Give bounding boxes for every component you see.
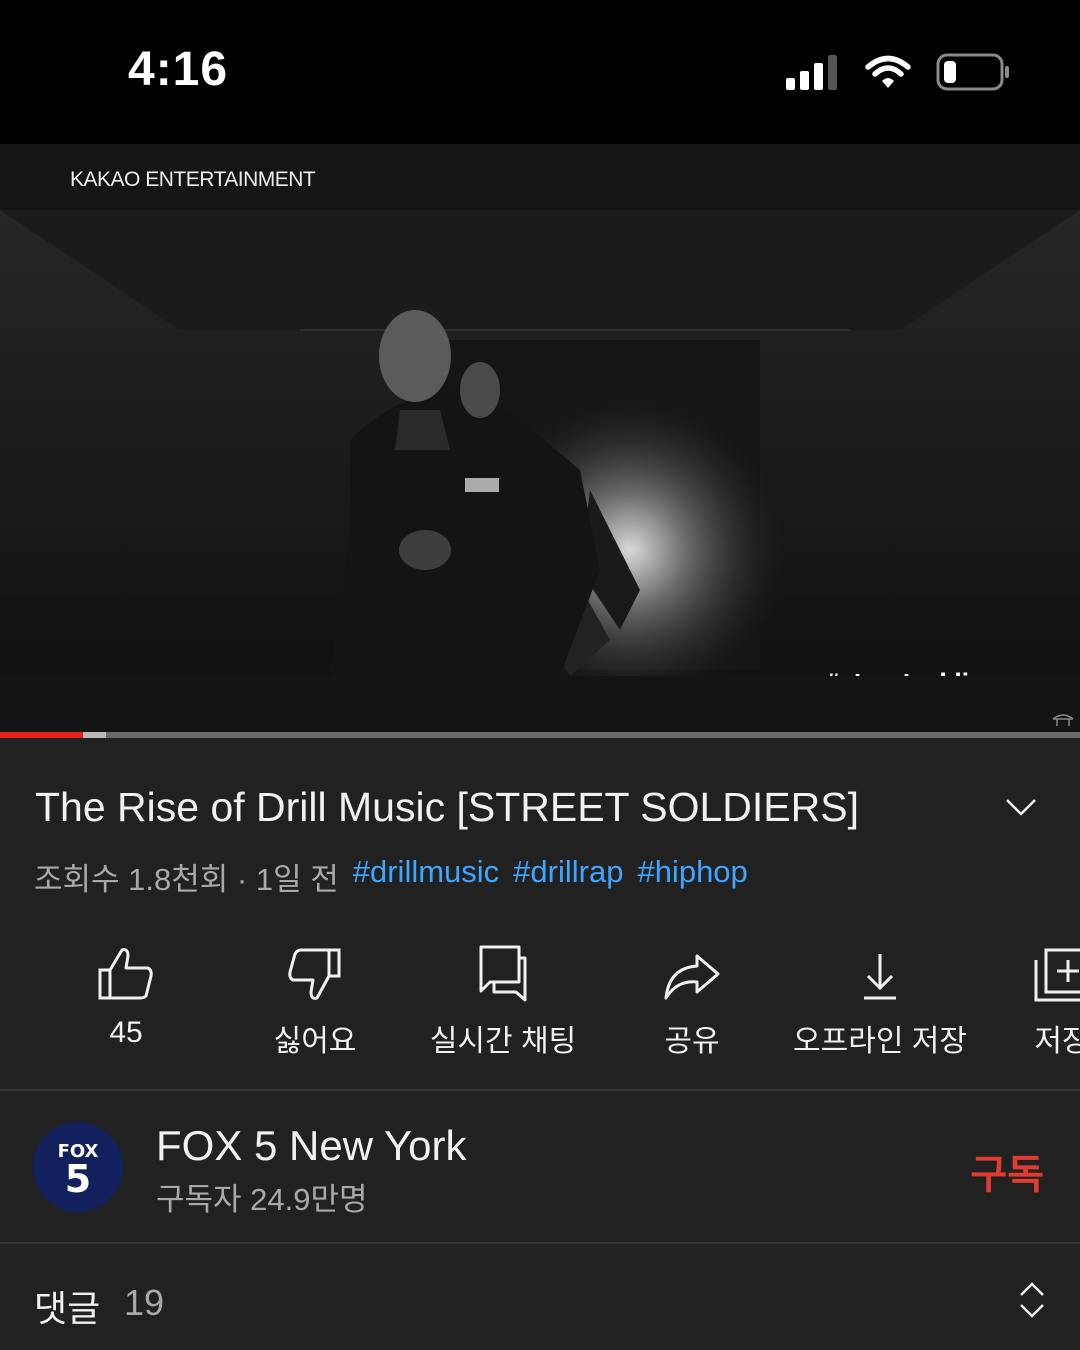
channel-name[interactable]: FOX 5 New York — [156, 1122, 466, 1170]
dislike-button[interactable]: 싫어요 — [225, 940, 405, 1060]
live-chat-button[interactable]: 실시간 채팅 — [413, 940, 593, 1060]
video-meta: 조회수 1.8천회 · 1일 전 #drillmusic #drillrap #… — [34, 854, 762, 899]
video-player[interactable]: KAKAO ENTERTAINMENT #streetsoldiers — [0, 144, 1080, 732]
comments-section[interactable]: 댓글 19 — [0, 1244, 1080, 1350]
comments-label: 댓글 — [34, 1288, 101, 1329]
battery-icon — [936, 53, 1009, 91]
expand-collapse-icon[interactable] — [1016, 1280, 1048, 1320]
video-title[interactable]: The Rise of Drill Music [STREET SOLDIERS… — [35, 784, 859, 831]
video-letterbox-bottom — [0, 676, 1080, 732]
video-frame — [0, 210, 1080, 676]
video-progress-bar[interactable] — [0, 732, 1080, 738]
dislike-label: 싫어요 — [273, 1025, 357, 1058]
share-label: 공유 — [664, 1025, 720, 1058]
avatar-text-5: 5 — [65, 1157, 91, 1201]
hashtag-link[interactable]: #drillmusic — [353, 854, 499, 899]
hashtag-link[interactable]: #hiphop — [637, 854, 747, 899]
cellular-signal-icon — [786, 55, 837, 90]
fullscreen-icon[interactable] — [1052, 714, 1074, 726]
progress-played — [0, 732, 84, 738]
live-chat-icon — [479, 945, 527, 1002]
channel-avatar[interactable]: FOX 5 — [33, 1122, 123, 1212]
action-bar: 45 싫어요 실시간 채팅 공유 오프라인 저장 저장 — [0, 940, 1080, 1070]
thumbs-up-icon — [98, 948, 153, 1000]
share-button[interactable]: 공유 — [602, 940, 782, 1060]
wifi-icon — [865, 55, 911, 88]
view-count-date: 조회수 1.8천회 · 1일 전 — [34, 862, 339, 897]
live-chat-label: 실시간 채팅 — [429, 1025, 577, 1058]
like-count: 45 — [109, 1016, 143, 1049]
download-label: 오프라인 저장 — [793, 1025, 967, 1058]
hashtag-link[interactable]: #drillrap — [513, 854, 623, 899]
download-button[interactable]: 오프라인 저장 — [790, 940, 970, 1060]
save-label: 저장 — [1034, 1025, 1080, 1058]
status-time: 4:16 — [128, 43, 229, 96]
thumbs-down-icon — [288, 948, 341, 1000]
comments-count: 19 — [124, 1282, 165, 1323]
share-icon — [664, 954, 720, 1000]
subscribe-button[interactable]: 구독 — [970, 1142, 1044, 1200]
chevron-down-icon[interactable] — [1004, 796, 1038, 818]
like-button[interactable]: 45 — [36, 940, 216, 1050]
status-bar: 4:16 — [0, 0, 1080, 144]
video-watermark: KAKAO ENTERTAINMENT — [70, 168, 316, 191]
save-playlist-icon — [1034, 948, 1080, 1002]
fox5-logo: FOX 5 — [33, 1122, 123, 1212]
download-icon — [864, 954, 896, 1000]
save-button[interactable]: 저장 — [972, 940, 1080, 1060]
channel-row[interactable]: FOX 5 FOX 5 New York 구독자 24.9만명 구독 — [0, 1092, 1080, 1242]
subscriber-count: 구독자 24.9만명 — [156, 1182, 368, 1217]
divider — [0, 1089, 1080, 1091]
status-icons — [786, 52, 1010, 92]
video-letterbox-top: KAKAO ENTERTAINMENT — [0, 144, 1080, 210]
